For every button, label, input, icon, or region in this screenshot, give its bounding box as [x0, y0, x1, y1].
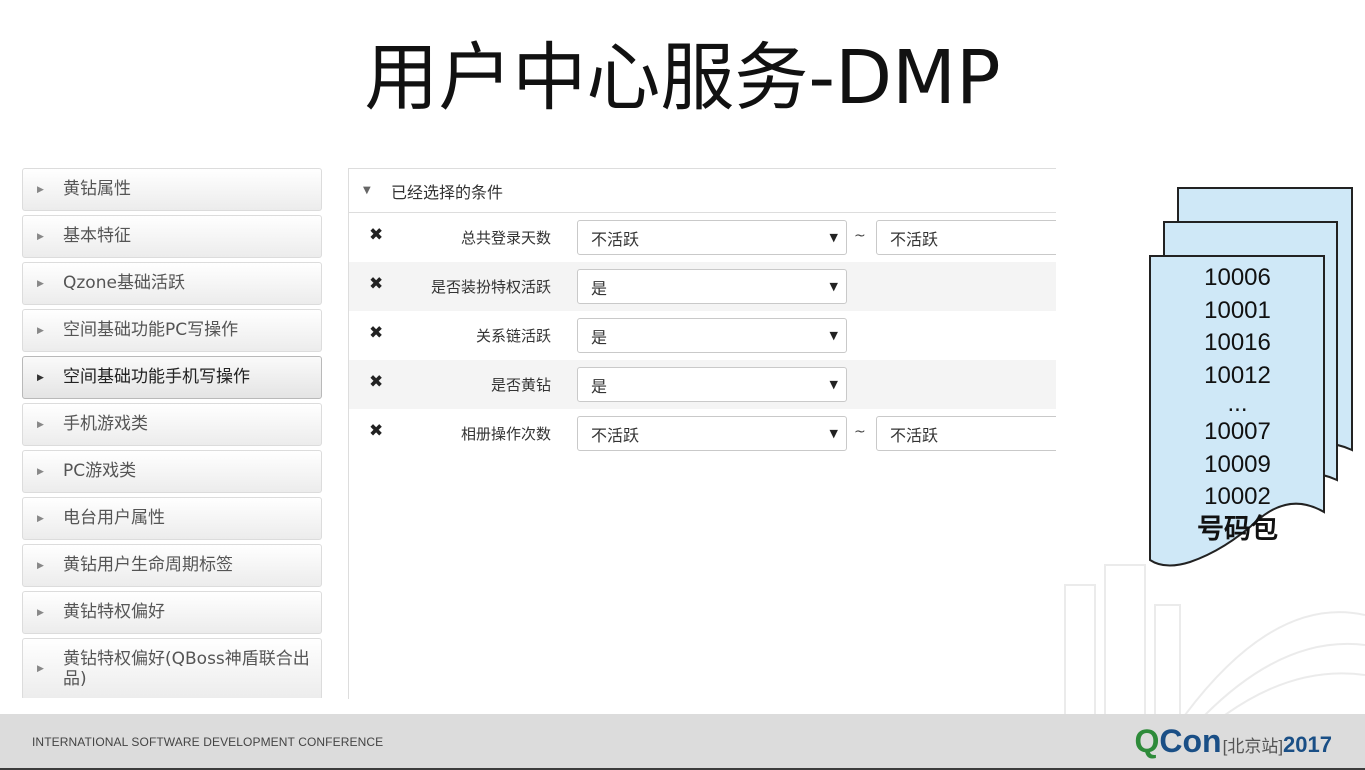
- condition-label: 是否黄钻: [490, 376, 551, 394]
- sidebar-item-label: 基本特征: [63, 226, 131, 247]
- package-number: 10006: [1204, 264, 1271, 291]
- package-number-ellipsis: ...: [1227, 390, 1248, 417]
- triangle-right-icon: ▶: [37, 607, 44, 618]
- triangle-right-icon: ▶: [37, 560, 44, 571]
- condition-select-to[interactable]: 不活跃: [876, 416, 1056, 451]
- logo-con: Con: [1159, 723, 1222, 759]
- sidebar-item-basic-features[interactable]: ▶ 基本特征: [22, 215, 322, 258]
- sidebar-item-privilege-preference-qboss[interactable]: ▶ 黄钻特权偏好(QBoss神盾联合出品): [22, 638, 322, 698]
- sidebar-item-lifecycle-tags[interactable]: ▶ 黄钻用户生命周期标签: [22, 544, 322, 587]
- sidebar-category-list: ▶ 黄钻属性 ▶ 基本特征 ▶ Qzone基础活跃 ▶ 空间基础功能PC写操作 …: [22, 168, 322, 698]
- sidebar-item-label: 黄钻属性: [63, 179, 131, 200]
- package-number: 10001: [1204, 296, 1271, 324]
- condition-label: 相册操作次数: [460, 425, 551, 443]
- sidebar-item-label: 电台用户属性: [63, 508, 165, 529]
- sidebar-item-pc-games[interactable]: ▶ PC游戏类: [22, 450, 322, 493]
- select-value: 不活跃: [890, 229, 939, 249]
- package-number: 10002: [1204, 483, 1271, 510]
- close-icon[interactable]: ✖: [369, 372, 383, 392]
- condition-row-is-yellow-diamond: ✖ 是否黄钻 是 ▼: [349, 360, 1056, 409]
- number-package-list: 10006 10001 10016 10012 ... 10007 10009 …: [1150, 262, 1325, 544]
- number-package-label: 号码包: [1197, 513, 1278, 544]
- triangle-down-icon: ▼: [829, 378, 838, 391]
- triangle-down-icon: ▼: [829, 329, 838, 342]
- logo-city: [北京站]: [1222, 737, 1284, 756]
- sidebar-item-yellow-diamond-attributes[interactable]: ▶ 黄钻属性: [22, 168, 322, 211]
- triangle-down-icon: ▼: [829, 427, 838, 440]
- triangle-right-icon: ▶: [37, 372, 44, 383]
- triangle-right-icon: ▶: [37, 466, 44, 477]
- sidebar-item-pc-write-ops[interactable]: ▶ 空间基础功能PC写操作: [22, 309, 322, 352]
- sidebar-item-radio-user-attributes[interactable]: ▶ 电台用户属性: [22, 497, 322, 540]
- condition-select-from[interactable]: 不活跃 ▼: [577, 416, 847, 451]
- sidebar-item-label: 黄钻特权偏好(QBoss神盾联合出品): [63, 648, 310, 689]
- sidebar-item-label: 黄钻特权偏好: [63, 602, 165, 623]
- triangle-right-icon: ▶: [37, 184, 44, 195]
- range-separator: ~: [854, 228, 866, 244]
- slide-title: 用户中心服务-DMP: [364, 35, 1001, 121]
- footer-bar: INTERNATIONAL SOFTWARE DEVELOPMENT CONFE…: [0, 714, 1365, 770]
- condition-select[interactable]: 是 ▼: [577, 367, 847, 402]
- package-number: 10016: [1204, 329, 1271, 356]
- close-icon[interactable]: ✖: [369, 225, 383, 245]
- condition-select-to[interactable]: 不活跃: [876, 220, 1056, 255]
- logo-year: 2017: [1283, 732, 1332, 757]
- conference-name: INTERNATIONAL SOFTWARE DEVELOPMENT CONFE…: [32, 735, 384, 749]
- triangle-right-icon: ▶: [37, 419, 44, 430]
- panel-header-label: 已经选择的条件: [391, 182, 504, 202]
- sidebar-item-qzone-activity[interactable]: ▶ Qzone基础活跃: [22, 262, 322, 305]
- sidebar-item-label: 手机游戏类: [63, 414, 148, 435]
- logo-q: Q: [1134, 723, 1160, 759]
- sidebar-item-label: Qzone基础活跃: [63, 273, 185, 294]
- condition-label: 关系链活跃: [475, 327, 551, 345]
- select-value: 不活跃: [591, 229, 640, 249]
- triangle-right-icon: ▶: [37, 513, 44, 524]
- triangle-right-icon: ▶: [37, 664, 44, 674]
- sidebar-item-privilege-preference[interactable]: ▶ 黄钻特权偏好: [22, 591, 322, 634]
- condition-label: 是否装扮特权活跃: [430, 278, 551, 296]
- triangle-down-icon: ▼: [363, 185, 371, 196]
- selected-conditions-panel: ▼ 已经选择的条件 ✖ 总共登录天数 不活跃 ▼ ~ 不活跃 ✖ 是否装扮特权活…: [348, 168, 1056, 699]
- triangle-down-icon: ▼: [829, 280, 838, 293]
- select-value: 不活跃: [591, 425, 640, 445]
- triangle-right-icon: ▶: [37, 325, 44, 336]
- triangle-right-icon: ▶: [37, 278, 44, 289]
- sidebar-item-label: 黄钻用户生命周期标签: [63, 555, 233, 576]
- select-value: 是: [591, 327, 608, 347]
- select-value: 不活跃: [890, 425, 939, 445]
- condition-row-relationship-chain: ✖ 关系链活跃 是 ▼: [349, 311, 1056, 360]
- package-number: 10012: [1204, 361, 1271, 389]
- condition-row-dressup-privilege: ✖ 是否装扮特权活跃 是 ▼: [349, 262, 1056, 311]
- triangle-right-icon: ▶: [37, 231, 44, 242]
- select-value: 是: [591, 278, 608, 298]
- triangle-down-icon: ▼: [829, 231, 838, 244]
- package-number: 10009: [1204, 450, 1271, 478]
- close-icon[interactable]: ✖: [369, 323, 383, 343]
- close-icon[interactable]: ✖: [369, 274, 383, 294]
- package-number: 10007: [1204, 418, 1271, 445]
- condition-select[interactable]: 是 ▼: [577, 318, 847, 353]
- condition-select-from[interactable]: 不活跃 ▼: [577, 220, 847, 255]
- condition-label: 总共登录天数: [460, 229, 551, 247]
- qcon-logo: Q Con [北京站] 2017: [1135, 723, 1333, 760]
- condition-select[interactable]: 是 ▼: [577, 269, 847, 304]
- sidebar-item-label: PC游戏类: [63, 461, 137, 482]
- panel-header[interactable]: ▼ 已经选择的条件: [349, 169, 1056, 213]
- select-value: 是: [591, 376, 608, 396]
- sidebar-item-mobile-games[interactable]: ▶ 手机游戏类: [22, 403, 322, 446]
- sidebar-item-label: 空间基础功能PC写操作: [63, 320, 239, 341]
- sidebar-item-label: 空间基础功能手机写操作: [63, 367, 250, 388]
- range-separator: ~: [854, 424, 866, 440]
- sidebar-item-mobile-write-ops[interactable]: ▶ 空间基础功能手机写操作: [22, 356, 322, 399]
- close-icon[interactable]: ✖: [369, 421, 383, 441]
- condition-row-album-operations: ✖ 相册操作次数 不活跃 ▼ ~ 不活跃: [349, 409, 1056, 458]
- condition-row-total-login-days: ✖ 总共登录天数 不活跃 ▼ ~ 不活跃: [349, 213, 1056, 262]
